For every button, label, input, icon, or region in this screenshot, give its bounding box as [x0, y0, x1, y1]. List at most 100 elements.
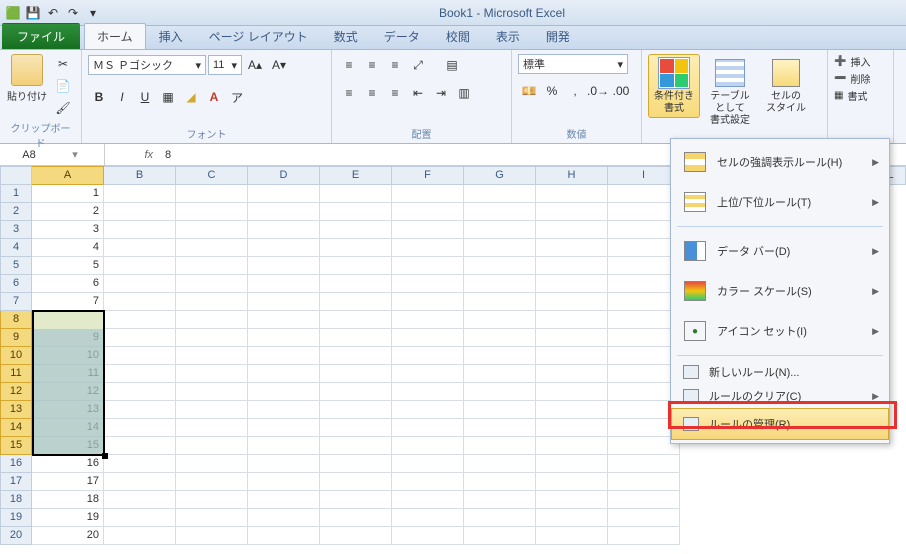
comma-format-icon[interactable]: , [564, 80, 586, 102]
save-icon[interactable]: 💾 [24, 4, 42, 22]
cell[interactable] [320, 257, 392, 275]
menu-data-bars[interactable]: データ バー(D) ▶ [671, 231, 889, 271]
cell[interactable] [464, 275, 536, 293]
cell[interactable] [536, 401, 608, 419]
cell[interactable] [320, 383, 392, 401]
cell[interactable] [104, 491, 176, 509]
cell[interactable] [176, 203, 248, 221]
cell[interactable] [176, 311, 248, 329]
cell[interactable] [392, 347, 464, 365]
cell[interactable] [392, 437, 464, 455]
cell[interactable] [176, 473, 248, 491]
cell[interactable] [104, 239, 176, 257]
row-header[interactable]: 11 [0, 365, 32, 383]
column-header[interactable]: B [104, 166, 176, 185]
cell[interactable]: 11 [32, 365, 104, 383]
cell[interactable]: 14 [32, 419, 104, 437]
row-header[interactable]: 3 [0, 221, 32, 239]
wrap-text-icon[interactable]: ▤ [441, 54, 463, 76]
insert-cells-button[interactable]: ➕挿入 [834, 54, 870, 69]
border-button[interactable]: ▦ [157, 86, 179, 108]
merge-cells-icon[interactable]: ▥ [453, 82, 475, 104]
cell[interactable] [392, 275, 464, 293]
cell[interactable]: 9 [32, 329, 104, 347]
cell[interactable] [608, 455, 680, 473]
cell[interactable] [176, 455, 248, 473]
cell[interactable] [248, 419, 320, 437]
cell[interactable] [176, 401, 248, 419]
cell[interactable] [608, 491, 680, 509]
cell[interactable] [320, 509, 392, 527]
cell[interactable] [536, 185, 608, 203]
cell[interactable] [464, 419, 536, 437]
fill-color-button[interactable]: ◢ [180, 86, 202, 108]
row-header[interactable]: 17 [0, 473, 32, 491]
cell[interactable] [320, 347, 392, 365]
cell[interactable]: 13 [32, 401, 104, 419]
cell[interactable] [248, 203, 320, 221]
cell[interactable] [248, 239, 320, 257]
cell[interactable] [320, 203, 392, 221]
tab-developer[interactable]: 開発 [533, 23, 583, 49]
cell[interactable] [248, 473, 320, 491]
cell[interactable] [464, 365, 536, 383]
tab-insert[interactable]: 挿入 [146, 23, 196, 49]
cell[interactable] [104, 293, 176, 311]
cell[interactable] [392, 473, 464, 491]
column-header[interactable]: A [32, 166, 104, 185]
cell[interactable] [392, 221, 464, 239]
cell[interactable] [608, 527, 680, 545]
cell[interactable] [536, 347, 608, 365]
cell[interactable] [392, 509, 464, 527]
cell[interactable] [464, 221, 536, 239]
tab-review[interactable]: 校閲 [433, 23, 483, 49]
cell[interactable] [464, 401, 536, 419]
cell[interactable] [536, 239, 608, 257]
cell[interactable] [176, 347, 248, 365]
cell[interactable] [464, 185, 536, 203]
cell[interactable]: 2 [32, 203, 104, 221]
format-painter-icon[interactable]: 🖌 [52, 98, 74, 118]
cell[interactable] [176, 437, 248, 455]
cell[interactable] [104, 509, 176, 527]
cell[interactable] [176, 419, 248, 437]
cell[interactable] [104, 419, 176, 437]
cell[interactable] [464, 257, 536, 275]
cell[interactable] [392, 455, 464, 473]
cell[interactable] [536, 329, 608, 347]
cell[interactable] [392, 491, 464, 509]
cell[interactable] [104, 329, 176, 347]
menu-icon-sets[interactable]: ● アイコン セット(I) ▶ [671, 311, 889, 351]
cell[interactable] [176, 491, 248, 509]
shrink-font-icon[interactable]: A▾ [268, 54, 290, 76]
copy-icon[interactable]: 📄 [52, 76, 74, 96]
decrease-decimal-icon[interactable]: .00 [610, 80, 632, 102]
column-header[interactable]: G [464, 166, 536, 185]
cell[interactable] [176, 221, 248, 239]
bold-button[interactable]: B [88, 86, 110, 108]
menu-top-bottom-rules[interactable]: 上位/下位ルール(T) ▶ [671, 182, 889, 222]
align-top-icon[interactable]: ≡ [338, 54, 360, 76]
cell[interactable] [392, 239, 464, 257]
cell[interactable] [464, 491, 536, 509]
cell[interactable] [320, 185, 392, 203]
column-header[interactable]: C [176, 166, 248, 185]
cell[interactable] [464, 293, 536, 311]
cell[interactable] [536, 221, 608, 239]
cell[interactable]: 8 [32, 311, 104, 329]
cell[interactable] [176, 275, 248, 293]
cell[interactable] [104, 203, 176, 221]
cell[interactable] [536, 311, 608, 329]
cell[interactable] [248, 311, 320, 329]
cell[interactable] [104, 455, 176, 473]
cell[interactable] [536, 293, 608, 311]
align-right-icon[interactable]: ≡ [384, 82, 406, 104]
accounting-format-icon[interactable]: 💴 [518, 80, 540, 102]
cell[interactable] [320, 455, 392, 473]
row-header[interactable]: 9 [0, 329, 32, 347]
cell[interactable] [104, 473, 176, 491]
cell[interactable]: 1 [32, 185, 104, 203]
row-header[interactable]: 15 [0, 437, 32, 455]
cell[interactable]: 10 [32, 347, 104, 365]
menu-color-scales[interactable]: カラー スケール(S) ▶ [671, 271, 889, 311]
